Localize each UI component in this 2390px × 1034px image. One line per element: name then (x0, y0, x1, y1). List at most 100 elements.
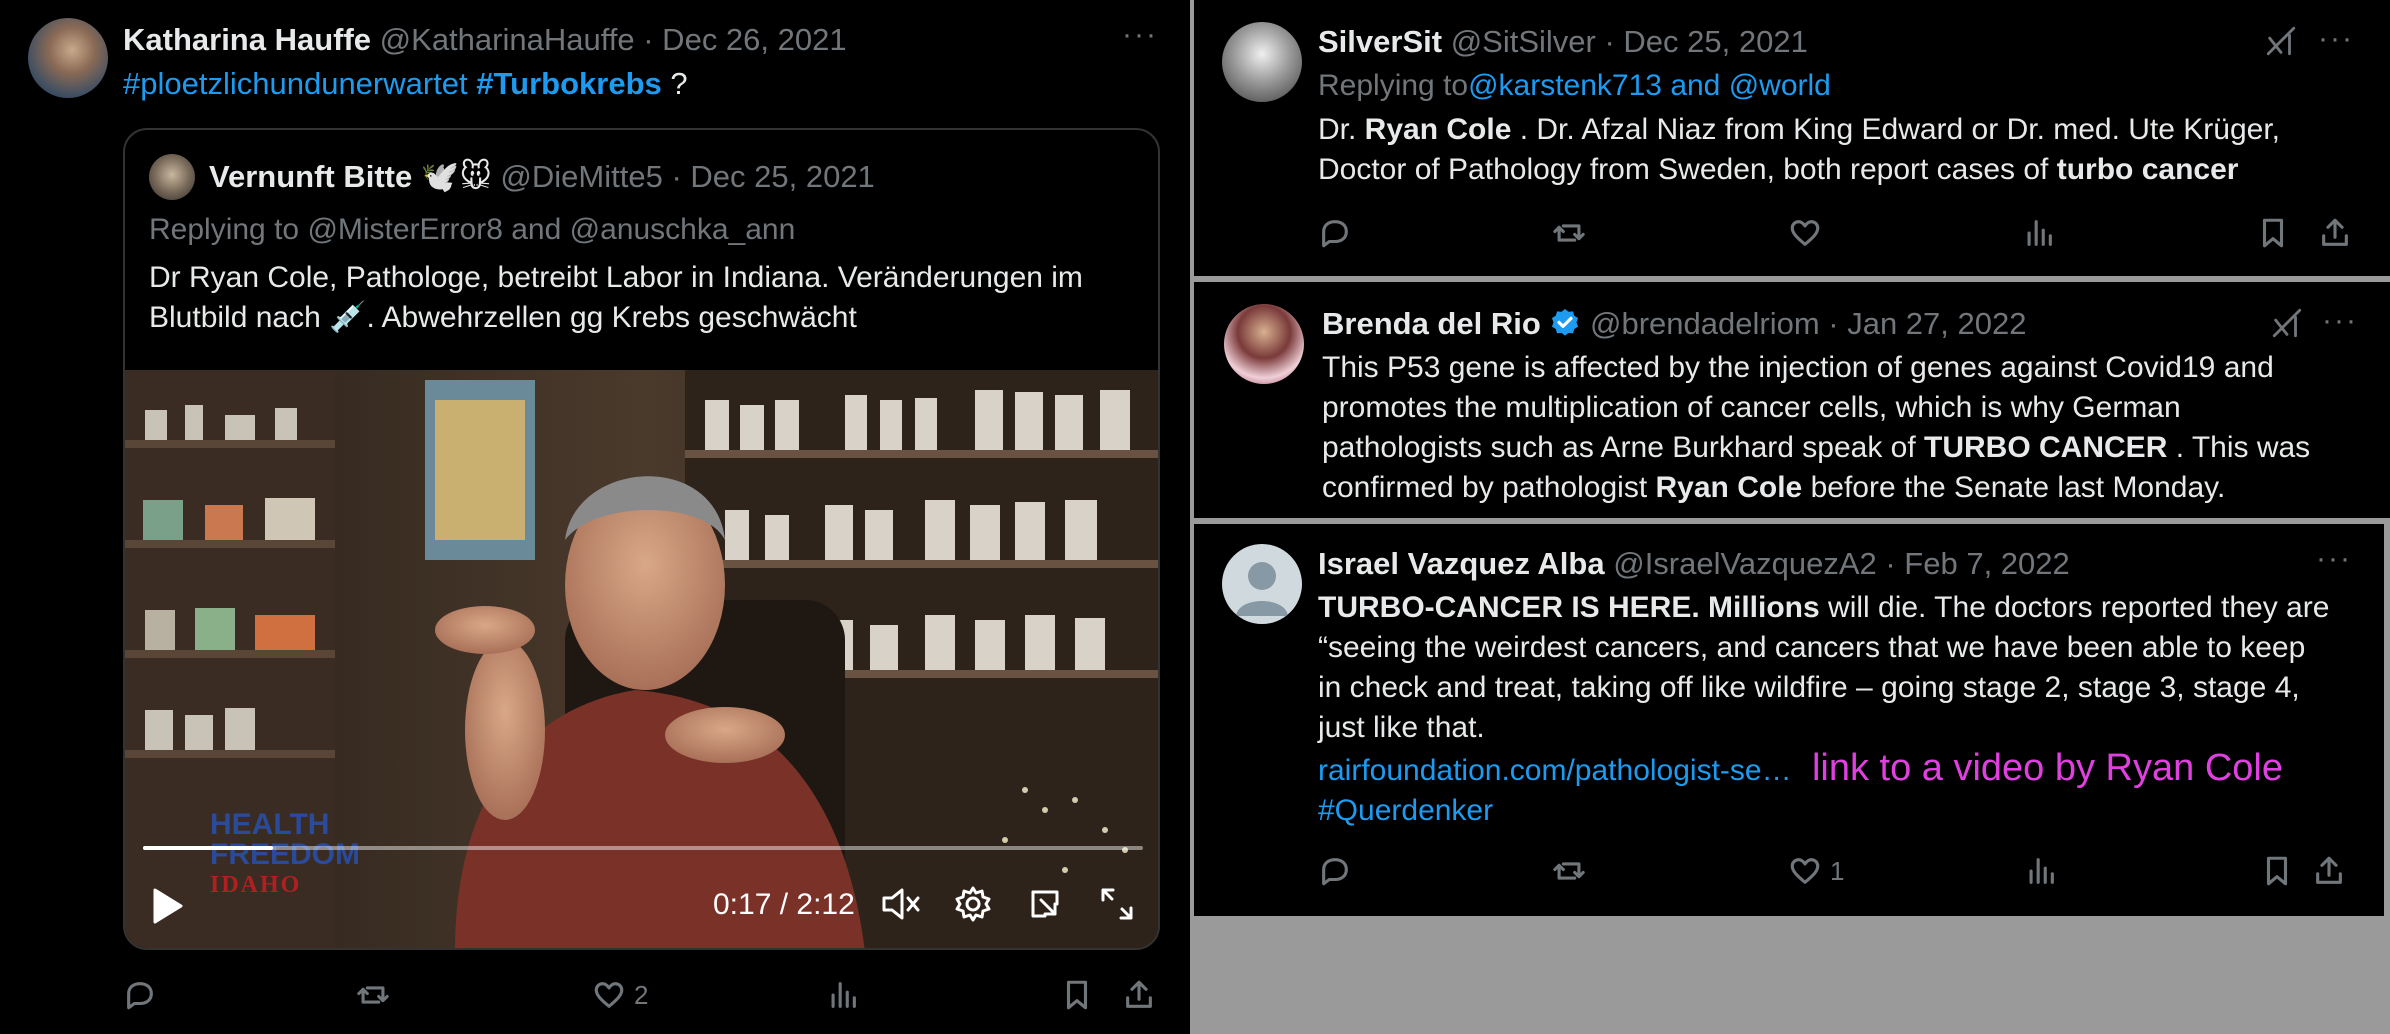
play-icon[interactable] (149, 886, 185, 934)
like-count: 1 (1830, 855, 1845, 886)
author-name[interactable]: SilverSit (1318, 24, 1442, 59)
tweet-header: SilverSit @SitSilver · Dec 25, 2021 (1318, 24, 1808, 60)
author-name[interactable]: Katharina Hauffe (123, 22, 371, 57)
quote-avatar[interactable] (149, 154, 195, 200)
default-avatar-icon (1236, 562, 1288, 616)
tweet-text-line: “seeing the weirdest cancers, and cancer… (1318, 631, 2306, 664)
retweet-button[interactable] (1552, 854, 1586, 888)
tweet-date[interactable]: · Feb 7, 2022 (1885, 546, 2069, 581)
replying-users-link[interactable]: @karstenk713 and @world (1468, 69, 1831, 102)
text-part: Dr. (1318, 113, 1365, 146)
quote-author-name[interactable]: Vernunft Bitte (209, 159, 412, 194)
heart-icon (1790, 858, 1820, 884)
share-button[interactable] (1122, 978, 1156, 1012)
avatar[interactable] (28, 18, 108, 98)
bookmark-button[interactable] (1060, 978, 1094, 1012)
video-progress-track[interactable] (143, 846, 1143, 850)
avatar[interactable] (1224, 304, 1304, 384)
grok-icon[interactable] (2270, 306, 2304, 345)
tweet-text-line: Dr. Ryan Cole . Dr. Afzal Niaz from King… (1318, 110, 2280, 150)
reply-icon (1322, 858, 1348, 886)
video-player[interactable]: HEALTH FREEDOM IDAHO 0:17 / 2:12 (125, 370, 1158, 948)
replying-user-link[interactable]: @anuschka_ann (570, 213, 796, 246)
text-part: will die. The doctors reported they are (1819, 591, 2330, 624)
share-button[interactable] (2312, 854, 2346, 888)
text-part: . This was (2167, 431, 2311, 464)
settings-gear-icon[interactable] (953, 884, 993, 932)
author-handle[interactable]: @SitSilver (1451, 24, 1596, 59)
tweet-text-line: Doctor of Pathology from Sweden, both re… (1318, 150, 2280, 190)
tweet-silversit[interactable]: SilverSit @SitSilver · Dec 25, 2021 ··· … (1194, 0, 2390, 276)
reply-button[interactable] (123, 978, 157, 1012)
text-part-bold: turbo cancer (2056, 153, 2239, 186)
tweet-date[interactable]: · Dec 26, 2021 (643, 22, 846, 57)
quoted-tweet-card[interactable]: Vernunft Bitte 🕊️🐭 @DieMitte5 · Dec 25, … (123, 128, 1160, 950)
external-link[interactable]: rairfoundation.com/pathologist-se… (1318, 754, 1792, 787)
views-button[interactable] (2022, 216, 2056, 250)
share-icon (2316, 856, 2342, 884)
retweet-button[interactable] (356, 978, 390, 1012)
author-handle[interactable]: @IsraelVazquezA2 (1613, 546, 1877, 581)
hashtag-link[interactable]: #Querdenker (1318, 794, 1493, 827)
reply-button[interactable] (1318, 854, 1352, 888)
share-icon (1126, 980, 1152, 1008)
bookmark-button[interactable] (2260, 854, 2294, 888)
tweet-date[interactable]: · Jan 27, 2022 (1828, 306, 2026, 341)
mute-icon[interactable] (880, 884, 922, 932)
author-name[interactable]: Israel Vazquez Alba (1318, 546, 1605, 581)
video-time: 0:17 / 2:12 (713, 888, 855, 921)
tweet-text: Dr. Ryan Cole . Dr. Afzal Niaz from King… (1318, 110, 2280, 190)
like-button[interactable] (1788, 216, 1822, 250)
retweet-button[interactable] (1552, 216, 1586, 250)
author-handle[interactable]: @KatharinaHauffe (380, 22, 635, 57)
text-part-bold: Ryan Cole (1364, 113, 1512, 146)
text-part-bold: Ryan Cole (1655, 471, 1803, 504)
bookmark-button[interactable] (2256, 216, 2290, 250)
tweet-text-line: in check and treat, taking off like wild… (1318, 671, 2300, 704)
hashtag-link[interactable]: #ploetzlichundunerwartet (123, 66, 468, 101)
analytics-icon (2027, 220, 2052, 246)
quote-text-line: Dr Ryan Cole, Pathologe, betreibt Labor … (149, 261, 1083, 294)
bookmark-icon (2266, 856, 2288, 886)
reply-icon (1322, 220, 1348, 248)
like-button[interactable]: 1 (1788, 854, 1844, 888)
author-name[interactable]: Brenda del Rio (1322, 306, 1541, 341)
more-options-icon[interactable]: ··· (2318, 22, 2354, 56)
author-handle[interactable]: @brendadelriom (1590, 306, 1820, 341)
like-button[interactable]: 2 (592, 978, 648, 1012)
tweet-israel-vazquez-alba[interactable]: Israel Vazquez Alba @IsraelVazquezA2 · F… (1194, 524, 2384, 916)
retweet-icon (1553, 862, 1585, 880)
replying-and: and (511, 213, 562, 246)
watermark-line: FREEDOM (210, 838, 360, 871)
fullscreen-icon[interactable] (1097, 884, 1137, 932)
like-count: 2 (634, 979, 649, 1010)
avatar[interactable] (1222, 544, 1302, 624)
reply-button[interactable] (1318, 216, 1352, 250)
tweet-header: Katharina Hauffe @KatharinaHauffe · Dec … (123, 22, 847, 58)
left-tweet[interactable]: Katharina Hauffe @KatharinaHauffe · Dec … (0, 0, 1190, 1034)
avatar[interactable] (1222, 22, 1302, 102)
views-button[interactable] (2024, 854, 2058, 888)
quote-author-handle[interactable]: @DieMitte5 (500, 159, 662, 194)
tweet-text-line: pathologists such as Arne Burkhard speak… (1322, 428, 2310, 468)
tweet-date[interactable]: · Dec 25, 2021 (1604, 24, 1807, 59)
more-options-icon[interactable]: ··· (2316, 542, 2352, 576)
more-options-icon[interactable]: ··· (2322, 304, 2358, 338)
pip-icon[interactable] (1025, 884, 1065, 932)
replying-user-link[interactable]: @MisterError8 (307, 213, 502, 246)
text-part-bold: TURBO CANCER (1924, 431, 2168, 464)
hashtag-link[interactable]: #Turbokrebs (476, 66, 661, 101)
grok-icon[interactable] (2264, 24, 2298, 63)
text-part: . Dr. Afzal Niaz from King Edward or Dr.… (1511, 113, 2281, 146)
tweet-text-line: just like that. (1318, 711, 1485, 744)
tweet-brenda-del-rio[interactable]: Brenda del Rio @brendadelriom · Jan 27, … (1194, 282, 2390, 518)
views-button[interactable] (826, 978, 860, 1012)
annotation-text: link to a video by Ryan Cole (1811, 747, 2283, 789)
replying-to: Replying to@karstenk713 and @world (1318, 66, 1831, 106)
quote-date[interactable]: · Dec 25, 2021 (671, 159, 874, 194)
more-options-icon[interactable]: ··· (1122, 18, 1158, 52)
share-button[interactable] (2318, 216, 2352, 250)
quote-text-line: Blutbild nach 💉. Abwehrzellen gg Krebs g… (149, 298, 1083, 338)
quote-author-emoji: 🕊️🐭 (420, 159, 492, 194)
text-part-bold: TURBO-CANCER IS HERE. Millions (1318, 591, 1820, 624)
